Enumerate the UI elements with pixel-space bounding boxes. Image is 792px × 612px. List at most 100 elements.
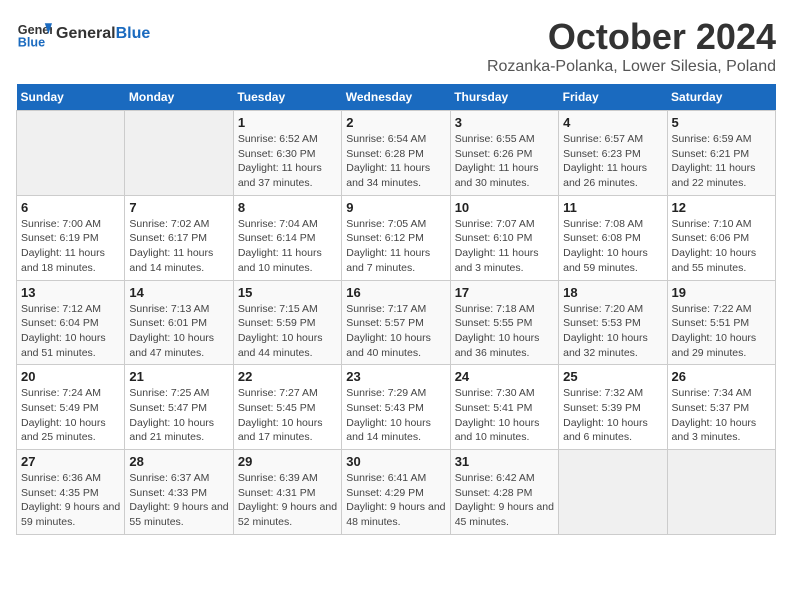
day-number: 22 (238, 369, 337, 384)
day-number: 2 (346, 115, 445, 130)
calendar-cell: 9 Sunrise: 7:05 AMSunset: 6:12 PMDaylight… (342, 195, 450, 280)
day-number: 23 (346, 369, 445, 384)
calendar-cell: 23 Sunrise: 7:29 AMSunset: 5:43 PMDayligh… (342, 365, 450, 450)
day-number: 4 (563, 115, 662, 130)
weekday-row: SundayMondayTuesdayWednesdayThursdayFrid… (17, 84, 776, 111)
calendar-cell: 13 Sunrise: 7:12 AMSunset: 6:04 PMDayligh… (17, 280, 125, 365)
calendar-cell: 14 Sunrise: 7:13 AMSunset: 6:01 PMDayligh… (125, 280, 233, 365)
day-number: 3 (455, 115, 554, 130)
calendar-week-row: 20 Sunrise: 7:24 AMSunset: 5:49 PMDayligh… (17, 365, 776, 450)
logo-text: GeneralBlue (56, 25, 150, 43)
day-info: Sunrise: 7:10 AMSunset: 6:06 PMDaylight:… (672, 217, 771, 276)
calendar-cell: 20 Sunrise: 7:24 AMSunset: 5:49 PMDayligh… (17, 365, 125, 450)
calendar-cell: 19 Sunrise: 7:22 AMSunset: 5:51 PMDayligh… (667, 280, 775, 365)
svg-text:Blue: Blue (18, 36, 45, 50)
calendar-cell: 29Sunrise: 6:39 AMSunset: 4:31 PMDayligh… (233, 450, 341, 535)
day-number: 21 (129, 369, 228, 384)
calendar-week-row: 27 Sunrise: 6:36 AMSunset: 4:35 PMDayligh… (17, 450, 776, 535)
day-number: 25 (563, 369, 662, 384)
day-info: Sunrise: 7:13 AMSunset: 6:01 PMDaylight:… (129, 302, 228, 361)
calendar-cell: 11Sunrise: 7:08 AMSunset: 6:08 PMDayligh… (559, 195, 667, 280)
day-info: Sunrise: 7:29 AMSunset: 5:43 PMDaylight:… (346, 386, 445, 445)
weekday-header: Monday (125, 84, 233, 111)
calendar-cell: 12 Sunrise: 7:10 AMSunset: 6:06 PMDayligh… (667, 195, 775, 280)
day-info: Sunrise: 7:05 AMSunset: 6:12 PMDaylight:… (346, 217, 445, 276)
day-number: 1 (238, 115, 337, 130)
weekday-header: Friday (559, 84, 667, 111)
day-number: 19 (672, 285, 771, 300)
calendar-table: SundayMondayTuesdayWednesdayThursdayFrid… (16, 84, 776, 535)
day-info: Sunrise: 6:52 AMSunset: 6:30 PMDaylight:… (238, 132, 337, 191)
day-number: 9 (346, 200, 445, 215)
day-number: 18 (563, 285, 662, 300)
day-info: Sunrise: 6:55 AMSunset: 6:26 PMDaylight:… (455, 132, 554, 191)
day-info: Sunrise: 6:36 AMSunset: 4:35 PMDaylight:… (21, 471, 120, 530)
calendar-cell: 5 Sunrise: 6:59 AMSunset: 6:21 PMDaylight… (667, 111, 775, 196)
calendar-cell (667, 450, 775, 535)
day-number: 28 (129, 454, 228, 469)
day-number: 6 (21, 200, 120, 215)
day-number: 31 (455, 454, 554, 469)
calendar-cell: 25 Sunrise: 7:32 AMSunset: 5:39 PMDayligh… (559, 365, 667, 450)
day-number: 26 (672, 369, 771, 384)
day-number: 29 (238, 454, 337, 469)
logo-icon: General Blue (16, 16, 52, 52)
day-info: Sunrise: 7:00 AMSunset: 6:19 PMDaylight:… (21, 217, 120, 276)
weekday-header: Wednesday (342, 84, 450, 111)
day-info: Sunrise: 7:25 AMSunset: 5:47 PMDaylight:… (129, 386, 228, 445)
calendar-cell: 15 Sunrise: 7:15 AMSunset: 5:59 PMDayligh… (233, 280, 341, 365)
day-number: 13 (21, 285, 120, 300)
calendar-cell: 4 Sunrise: 6:57 AMSunset: 6:23 PMDaylight… (559, 111, 667, 196)
header: General Blue GeneralBlue October 2024 Ro… (16, 16, 776, 76)
day-info: Sunrise: 6:54 AMSunset: 6:28 PMDaylight:… (346, 132, 445, 191)
day-info: Sunrise: 7:07 AMSunset: 6:10 PMDaylight:… (455, 217, 554, 276)
calendar-cell: 26Sunrise: 7:34 AMSunset: 5:37 PMDayligh… (667, 365, 775, 450)
calendar-cell: 8 Sunrise: 7:04 AMSunset: 6:14 PMDaylight… (233, 195, 341, 280)
calendar-cell: 31 Sunrise: 6:42 AMSunset: 4:28 PMDayligh… (450, 450, 558, 535)
day-number: 12 (672, 200, 771, 215)
day-info: Sunrise: 7:12 AMSunset: 6:04 PMDaylight:… (21, 302, 120, 361)
calendar-header: SundayMondayTuesdayWednesdayThursdayFrid… (17, 84, 776, 111)
day-number: 11 (563, 200, 662, 215)
calendar-cell: 6 Sunrise: 7:00 AMSunset: 6:19 PMDaylight… (17, 195, 125, 280)
day-info: Sunrise: 7:02 AMSunset: 6:17 PMDaylight:… (129, 217, 228, 276)
calendar-cell (125, 111, 233, 196)
day-number: 27 (21, 454, 120, 469)
day-info: Sunrise: 7:15 AMSunset: 5:59 PMDaylight:… (238, 302, 337, 361)
calendar-cell: 27 Sunrise: 6:36 AMSunset: 4:35 PMDayligh… (17, 450, 125, 535)
weekday-header: Tuesday (233, 84, 341, 111)
calendar-cell: 17Sunrise: 7:18 AMSunset: 5:55 PMDayligh… (450, 280, 558, 365)
calendar-cell: 30 Sunrise: 6:41 AMSunset: 4:29 PMDayligh… (342, 450, 450, 535)
day-number: 8 (238, 200, 337, 215)
weekday-header: Sunday (17, 84, 125, 111)
day-info: Sunrise: 7:27 AMSunset: 5:45 PMDaylight:… (238, 386, 337, 445)
day-number: 20 (21, 369, 120, 384)
day-info: Sunrise: 6:57 AMSunset: 6:23 PMDaylight:… (563, 132, 662, 191)
calendar-cell: 10 Sunrise: 7:07 AMSunset: 6:10 PMDayligh… (450, 195, 558, 280)
calendar-cell: 1 Sunrise: 6:52 AMSunset: 6:30 PMDaylight… (233, 111, 341, 196)
day-info: Sunrise: 6:59 AMSunset: 6:21 PMDaylight:… (672, 132, 771, 191)
day-number: 10 (455, 200, 554, 215)
weekday-header: Thursday (450, 84, 558, 111)
day-info: Sunrise: 7:24 AMSunset: 5:49 PMDaylight:… (21, 386, 120, 445)
day-info: Sunrise: 7:22 AMSunset: 5:51 PMDaylight:… (672, 302, 771, 361)
day-info: Sunrise: 6:42 AMSunset: 4:28 PMDaylight:… (455, 471, 554, 530)
day-info: Sunrise: 7:30 AMSunset: 5:41 PMDaylight:… (455, 386, 554, 445)
day-info: Sunrise: 6:41 AMSunset: 4:29 PMDaylight:… (346, 471, 445, 530)
day-number: 30 (346, 454, 445, 469)
title-area: October 2024 Rozanka-Polanka, Lower Sile… (487, 16, 776, 76)
day-number: 15 (238, 285, 337, 300)
day-info: Sunrise: 7:32 AMSunset: 5:39 PMDaylight:… (563, 386, 662, 445)
day-number: 14 (129, 285, 228, 300)
location-title: Rozanka-Polanka, Lower Silesia, Poland (487, 58, 776, 76)
calendar-cell (17, 111, 125, 196)
day-info: Sunrise: 6:37 AMSunset: 4:33 PMDaylight:… (129, 471, 228, 530)
day-info: Sunrise: 7:04 AMSunset: 6:14 PMDaylight:… (238, 217, 337, 276)
month-title: October 2024 (487, 16, 776, 58)
calendar-cell: 22 Sunrise: 7:27 AMSunset: 5:45 PMDayligh… (233, 365, 341, 450)
calendar-cell (559, 450, 667, 535)
day-number: 5 (672, 115, 771, 130)
calendar-cell: 3 Sunrise: 6:55 AMSunset: 6:26 PMDaylight… (450, 111, 558, 196)
day-number: 24 (455, 369, 554, 384)
calendar-cell: 18Sunrise: 7:20 AMSunset: 5:53 PMDayligh… (559, 280, 667, 365)
